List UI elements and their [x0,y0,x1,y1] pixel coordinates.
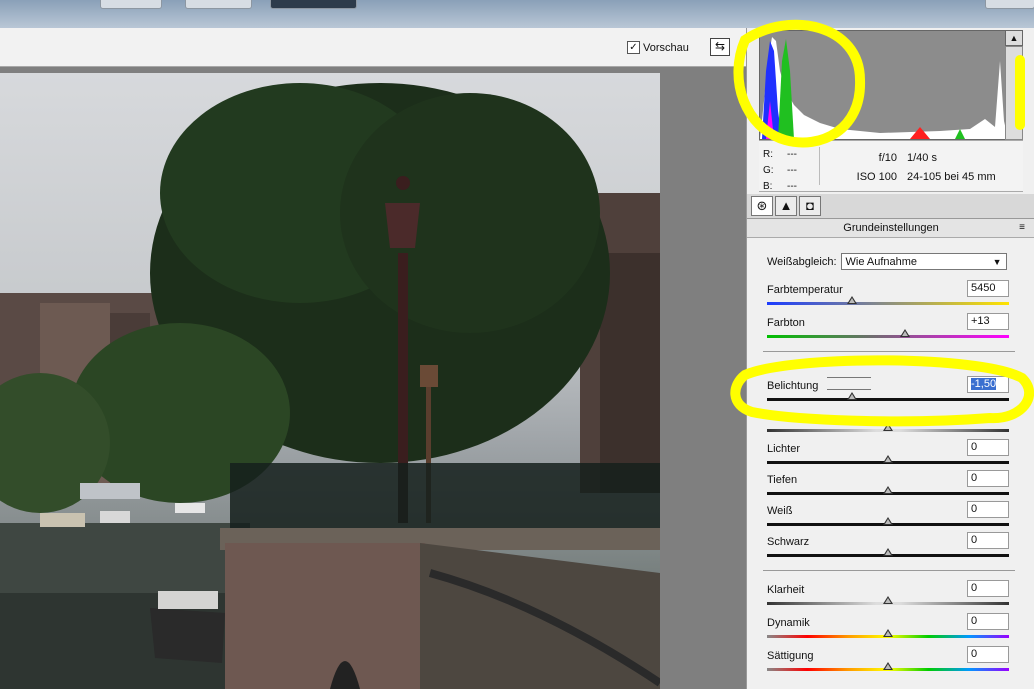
slider-label: Farbton [767,317,805,329]
slider-value-text: +13 [971,315,990,327]
exif-readout: f/10 1/40 s ISO 100 24-105 bei 45 mm [845,149,996,187]
slider-thumb[interactable] [846,296,857,304]
slider-track[interactable] [767,398,1009,401]
slider-thumb[interactable] [883,486,893,494]
window-title-bar [0,0,1034,28]
white-balance-row: Weißabgleich: Wie Aufnahme ▼ [767,253,1007,270]
slider-value-input[interactable]: 0 [967,646,1009,663]
fullscreen-icon[interactable]: ⇆ [710,38,730,56]
slider-track[interactable] [767,302,1009,305]
histogram [759,30,1009,140]
slider-value-text: 0 [971,472,978,484]
photo-preview[interactable] [0,73,660,689]
slider-value-text: 0 [971,441,978,453]
image-info: R: --- G: --- B: --- f/10 1/40 s ISO 100 24-1… [759,140,1023,192]
section-title: Grundeinstellungen ≡ [747,219,1034,238]
aperture-value: f/10 [878,152,897,164]
r-label: R: [763,149,773,160]
slider-label: Weiß [767,505,793,517]
dropdown-arrow-icon: ▼ [992,256,1002,267]
slider-value-input[interactable]: 0 [967,532,1009,549]
slider-value-text: 5450 [971,282,996,294]
section-title-text: Grundeinstellungen [843,222,939,234]
white-balance-select[interactable]: Wie Aufnahme ▼ [840,253,1007,270]
aperture-tab-icon[interactable]: ⊛ [751,196,773,216]
preview-toggle[interactable]: ✓ Vorschau [627,41,689,54]
window-tab-active[interactable] [270,0,357,9]
slider-value-input[interactable]: 0 [967,613,1009,630]
slider-value-text: 0 [971,503,978,515]
slider-thumb[interactable] [899,329,910,337]
slider-value-text: 0 [971,648,978,660]
panel-menu-icon[interactable]: ≡ [1019,219,1025,237]
auto-default-links[interactable] [827,369,957,390]
r-value: --- [787,149,797,160]
b-value: --- [787,181,797,192]
checkbox-icon[interactable]: ✓ [627,41,640,54]
panel-tabs: ⊛ ▲ ◘ [747,194,1034,219]
window-tab[interactable] [185,0,252,9]
slider-value-input[interactable]: -1,50 [967,376,1009,393]
slider-label: Farbtemperatur [767,284,843,296]
lens-value: 24-105 bei 45 mm [907,171,996,183]
slider-label: Lichter [767,443,801,455]
slider-value-input[interactable]: 0 [967,439,1009,456]
slider-label: Sättigung [767,650,814,662]
slider-label: Belichtung [767,380,819,392]
slider-value-text: 0 [971,615,978,627]
slider-value-text: 0 [971,534,978,546]
slider-label: Dynamik [767,617,810,629]
slider-value-input[interactable]: 0 [967,580,1009,597]
photo-image [0,83,660,689]
slider-thumb[interactable] [883,596,893,604]
g-label: G: [763,165,774,176]
slider-thumb[interactable] [883,548,893,556]
slider-value-text: -1,50 [971,378,997,390]
clip-warning-icon[interactable] [760,31,770,41]
slider-value-input[interactable]: +13 [967,313,1009,330]
adjustment-panel: ▲ R: --- G: --- B: --- f/10 1/40 s ISO 100 24… [746,28,1034,689]
slider-label: Tiefen [767,474,798,486]
slider-thumb[interactable] [883,629,893,637]
white-balance-value: Wie Aufnahme [845,255,918,268]
tone-curve-tab-icon[interactable]: ▲ [775,196,797,216]
slider-label: Klarheit [767,584,805,596]
slider-value-input[interactable]: 5450 [967,280,1009,297]
section-separator [763,570,1015,571]
white-balance-label: Weißabgleich: [767,255,837,268]
window-tab[interactable] [985,0,1034,9]
slider-thumb[interactable] [883,423,893,431]
slider-value-input[interactable]: 0 [967,501,1009,518]
slider-thumb[interactable] [883,662,893,670]
iso-value: ISO 100 [856,171,897,183]
b-label: B: [763,181,773,192]
slider-thumb[interactable] [846,392,857,400]
histogram-scrollbar[interactable] [1005,46,1023,140]
rgb-readout: R: --- G: --- B: --- [763,147,797,195]
slider-thumb[interactable] [883,455,893,463]
window-tab[interactable] [100,0,162,9]
preview-label: Vorschau [643,41,689,54]
clip-warning-icon[interactable]: ▲ [1005,30,1023,46]
g-value: --- [787,165,797,176]
slider-value-text: 0 [971,582,978,594]
slider-value-input[interactable]: 0 [967,470,1009,487]
shutter-value: 1/40 s [907,152,937,164]
info-divider [819,147,820,185]
slider-label: Schwarz [767,536,810,548]
preview-toolbar: ✓ Vorschau ⇆ [0,28,746,67]
histogram-graph [760,37,1008,139]
slider-track[interactable] [767,335,1009,338]
section-separator [763,351,1015,352]
camera-tab-icon[interactable]: ◘ [799,196,821,216]
slider-thumb[interactable] [883,517,893,525]
